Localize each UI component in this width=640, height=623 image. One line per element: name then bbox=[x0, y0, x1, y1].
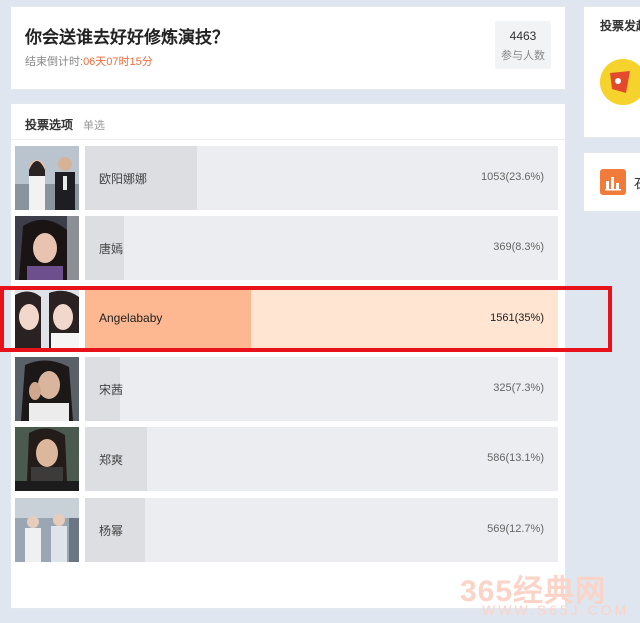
result-bar: 杨幂 569(12.7%) bbox=[85, 498, 558, 562]
initiator-card: 投票发起 bbox=[583, 6, 640, 138]
result-bar: 欧阳娜娜 1053(23.6%) bbox=[85, 146, 558, 210]
countdown-value: 06天07时15分 bbox=[83, 56, 153, 68]
option-name: 唐嫣 bbox=[99, 242, 124, 256]
option-name: 宋茜 bbox=[99, 383, 124, 397]
result-bar: 郑爽 586(13.1%) bbox=[85, 427, 558, 491]
initiator-avatar[interactable] bbox=[600, 59, 640, 105]
countdown: 结束倒计时:06天07时15分 bbox=[25, 53, 153, 69]
poll-option-ouyang-nana[interactable]: 欧阳娜娜 1053(23.6%) bbox=[15, 146, 558, 210]
poll-option-yang-mi[interactable]: 杨幂 569(12.7%) bbox=[15, 498, 558, 562]
option-result: 325(7.3%) bbox=[493, 382, 544, 394]
option-name: 欧阳娜娜 bbox=[99, 172, 148, 186]
option-photo bbox=[15, 427, 79, 491]
poll-title: 你会送谁去好好修炼演技？ bbox=[25, 28, 229, 47]
option-result: 569(12.7%) bbox=[487, 523, 544, 535]
poll-options-label: 投票选项 bbox=[25, 118, 74, 132]
option-photo bbox=[15, 287, 79, 351]
option-result: 1561(35%) bbox=[490, 312, 544, 324]
initiator-title: 投票发起 bbox=[600, 19, 640, 33]
poll-option-zheng-shuang[interactable]: 郑爽 586(13.1%) bbox=[15, 427, 558, 491]
poll-option-song-qian[interactable]: 宋茜 325(7.3%) bbox=[15, 357, 558, 421]
option-result: 586(13.1%) bbox=[487, 452, 544, 464]
poll-options-card: 投票选项 单选 欧阳娜娜 1053(23.6%) 唐嫣 369(8.3%) An… bbox=[10, 103, 566, 609]
poll-option-tang-yan[interactable]: 唐嫣 369(8.3%) bbox=[15, 216, 558, 280]
option-result: 369(8.3%) bbox=[493, 241, 544, 253]
participant-counter: 4463 参与人数 bbox=[495, 21, 551, 69]
participant-count: 4463 bbox=[509, 29, 537, 43]
option-photo bbox=[15, 357, 79, 421]
stats-label: 石 bbox=[634, 173, 640, 192]
result-bar: 宋茜 325(7.3%) bbox=[85, 357, 558, 421]
option-name: Angelababy bbox=[99, 311, 163, 325]
option-result: 1053(23.6%) bbox=[481, 171, 544, 183]
poll-options-header: 投票选项 单选 bbox=[11, 104, 565, 140]
poll-type-label: 单选 bbox=[83, 120, 105, 132]
option-photo bbox=[15, 146, 79, 210]
vote-button[interactable]: 去投票 bbox=[500, 578, 533, 594]
poll-option-angelababy[interactable]: Angelababy 1561(35%) bbox=[15, 287, 558, 351]
result-bar: 唐嫣 369(8.3%) bbox=[85, 216, 558, 280]
option-name: 郑爽 bbox=[99, 453, 124, 467]
poll-header-card: 你会送谁去好好修炼演技？ 结束倒计时:06天07时15分 4463 参与人数 bbox=[10, 6, 566, 90]
participant-label: 参与人数 bbox=[501, 50, 545, 62]
option-photo bbox=[15, 498, 79, 562]
bar-chart-icon bbox=[600, 169, 626, 195]
stats-card[interactable]: 石 bbox=[583, 152, 640, 212]
option-name: 杨幂 bbox=[99, 524, 124, 538]
result-bar: Angelababy 1561(35%) bbox=[85, 287, 558, 351]
countdown-label: 结束倒计时: bbox=[25, 56, 84, 68]
option-photo bbox=[15, 216, 79, 280]
